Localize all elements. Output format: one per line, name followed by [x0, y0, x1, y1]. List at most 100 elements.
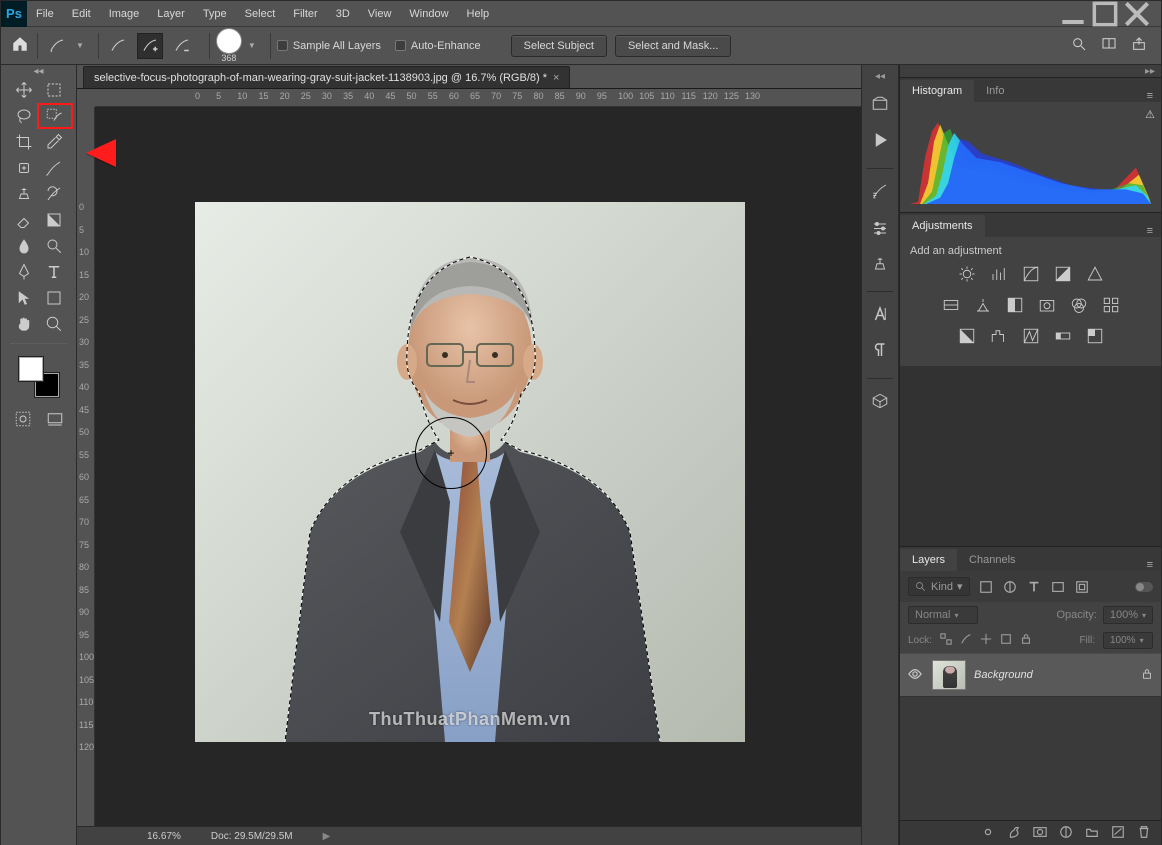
marquee-tool[interactable]: [39, 77, 69, 103]
panel-menu-icon[interactable]: ≡: [1139, 90, 1161, 102]
photo-filter-icon[interactable]: [1038, 296, 1056, 317]
dodge-tool[interactable]: [39, 233, 69, 259]
filter-toggle[interactable]: [1135, 582, 1153, 592]
character-panel-icon[interactable]: [866, 300, 894, 328]
subtract-from-selection-icon[interactable]: [169, 33, 195, 59]
history-brush-tool[interactable]: [39, 181, 69, 207]
color-lookup-icon[interactable]: [1102, 296, 1120, 317]
blend-mode-dropdown[interactable]: Normal▾: [908, 606, 978, 624]
menu-help[interactable]: Help: [458, 1, 499, 27]
lasso-tool[interactable]: [9, 103, 39, 129]
layer-style-icon[interactable]: [1007, 825, 1021, 842]
tab-layers[interactable]: Layers: [900, 549, 957, 571]
panel-collapse-icon[interactable]: ◂◂: [875, 71, 885, 82]
gradient-tool[interactable]: [39, 207, 69, 233]
menu-layer[interactable]: Layer: [148, 1, 194, 27]
filter-adjustment-icon[interactable]: [1002, 579, 1018, 595]
tab-histogram[interactable]: Histogram: [900, 80, 974, 102]
window-minimize-button[interactable]: [1057, 4, 1089, 24]
lock-icon[interactable]: [1141, 668, 1153, 683]
panel-menu-icon[interactable]: ≡: [1139, 559, 1161, 571]
tool-preset-icon[interactable]: [44, 33, 70, 59]
search-icon[interactable]: [1071, 36, 1087, 55]
select-subject-button[interactable]: Select Subject: [511, 35, 607, 57]
filter-smart-icon[interactable]: [1074, 579, 1090, 595]
threshold-icon[interactable]: [1022, 327, 1040, 348]
eraser-tool[interactable]: [9, 207, 39, 233]
canvas-viewport[interactable]: ThuThuatPhanMem.vn: [95, 107, 861, 826]
opacity-input[interactable]: 100%▾: [1103, 606, 1153, 624]
zoom-level[interactable]: 16.67%: [147, 831, 181, 842]
invert-icon[interactable]: [958, 327, 976, 348]
hand-tool[interactable]: [9, 311, 39, 337]
pen-tool[interactable]: [9, 259, 39, 285]
menu-filter[interactable]: Filter: [284, 1, 326, 27]
actions-panel-icon[interactable]: [866, 126, 894, 154]
chevron-down-icon[interactable]: ▼: [76, 41, 84, 50]
crop-tool[interactable]: [9, 129, 39, 155]
path-selection-tool[interactable]: [9, 285, 39, 311]
sample-all-layers-checkbox[interactable]: Sample All Layers: [277, 40, 381, 52]
channel-mixer-icon[interactable]: [1070, 296, 1088, 317]
fill-input[interactable]: 100%▾: [1103, 632, 1153, 649]
layer-name[interactable]: Background: [974, 669, 1033, 681]
menu-select[interactable]: Select: [236, 1, 285, 27]
menu-image[interactable]: Image: [100, 1, 149, 27]
add-to-selection-icon[interactable]: [137, 33, 163, 59]
home-icon[interactable]: [11, 35, 29, 56]
quick-mask-icon[interactable]: [12, 409, 34, 429]
black-white-icon[interactable]: [1006, 296, 1024, 317]
window-maximize-button[interactable]: [1089, 4, 1121, 24]
exposure-icon[interactable]: [1054, 265, 1072, 286]
auto-enhance-checkbox[interactable]: Auto-Enhance: [395, 40, 481, 52]
app-logo[interactable]: Ps: [1, 1, 27, 27]
menu-window[interactable]: Window: [400, 1, 457, 27]
window-close-button[interactable]: [1121, 4, 1153, 24]
quick-selection-tool[interactable]: [39, 103, 69, 129]
select-and-mask-button[interactable]: Select and Mask...: [615, 35, 732, 57]
selective-color-icon[interactable]: [1086, 327, 1104, 348]
hue-saturation-icon[interactable]: [942, 296, 960, 317]
color-swatches[interactable]: [19, 357, 59, 397]
share-icon[interactable]: [1131, 36, 1147, 55]
paragraph-panel-icon[interactable]: [866, 336, 894, 364]
group-icon[interactable]: [1085, 825, 1099, 842]
eyedropper-tool[interactable]: [39, 129, 69, 155]
gradient-map-icon[interactable]: [1054, 327, 1072, 348]
healing-brush-tool[interactable]: [9, 155, 39, 181]
screen-mode-icon[interactable]: [44, 409, 66, 429]
zoom-tool[interactable]: [39, 311, 69, 337]
tab-channels[interactable]: Channels: [957, 549, 1027, 571]
delete-layer-icon[interactable]: [1137, 825, 1151, 842]
vibrance-icon[interactable]: [1086, 265, 1104, 286]
levels-icon[interactable]: [990, 265, 1008, 286]
workspace-icon[interactable]: [1101, 36, 1117, 55]
menu-type[interactable]: Type: [194, 1, 236, 27]
filter-pixel-icon[interactable]: [978, 579, 994, 595]
status-arrow-icon[interactable]: ▶: [323, 831, 331, 842]
adjustment-layer-icon[interactable]: [1059, 825, 1073, 842]
link-layers-icon[interactable]: [981, 825, 995, 842]
brush-preview[interactable]: 368: [216, 28, 242, 63]
history-panel-icon[interactable]: [866, 90, 894, 118]
shape-tool[interactable]: [39, 285, 69, 311]
lock-artboard-icon[interactable]: [1000, 633, 1012, 648]
filter-type-icon[interactable]: [1026, 579, 1042, 595]
menu-view[interactable]: View: [359, 1, 401, 27]
curves-icon[interactable]: [1022, 265, 1040, 286]
tab-info[interactable]: Info: [974, 80, 1016, 102]
move-tool[interactable]: [9, 77, 39, 103]
brightness-contrast-icon[interactable]: [958, 265, 976, 286]
visibility-icon[interactable]: [908, 667, 924, 684]
brush-settings-panel-icon[interactable]: [866, 213, 894, 241]
filter-shape-icon[interactable]: [1050, 579, 1066, 595]
lock-transparency-icon[interactable]: [940, 633, 952, 648]
lock-paint-icon[interactable]: [960, 633, 972, 648]
filter-kind-dropdown[interactable]: Kind▾: [908, 577, 970, 596]
brush-tool[interactable]: [39, 155, 69, 181]
3d-panel-icon[interactable]: [866, 387, 894, 415]
histogram-warning-icon[interactable]: ⚠: [1145, 108, 1155, 121]
panels-collapse-icon[interactable]: ▸▸: [900, 65, 1161, 77]
layer-thumbnail[interactable]: [932, 660, 966, 690]
document-tab[interactable]: selective-focus-photograph-of-man-wearin…: [83, 66, 570, 88]
